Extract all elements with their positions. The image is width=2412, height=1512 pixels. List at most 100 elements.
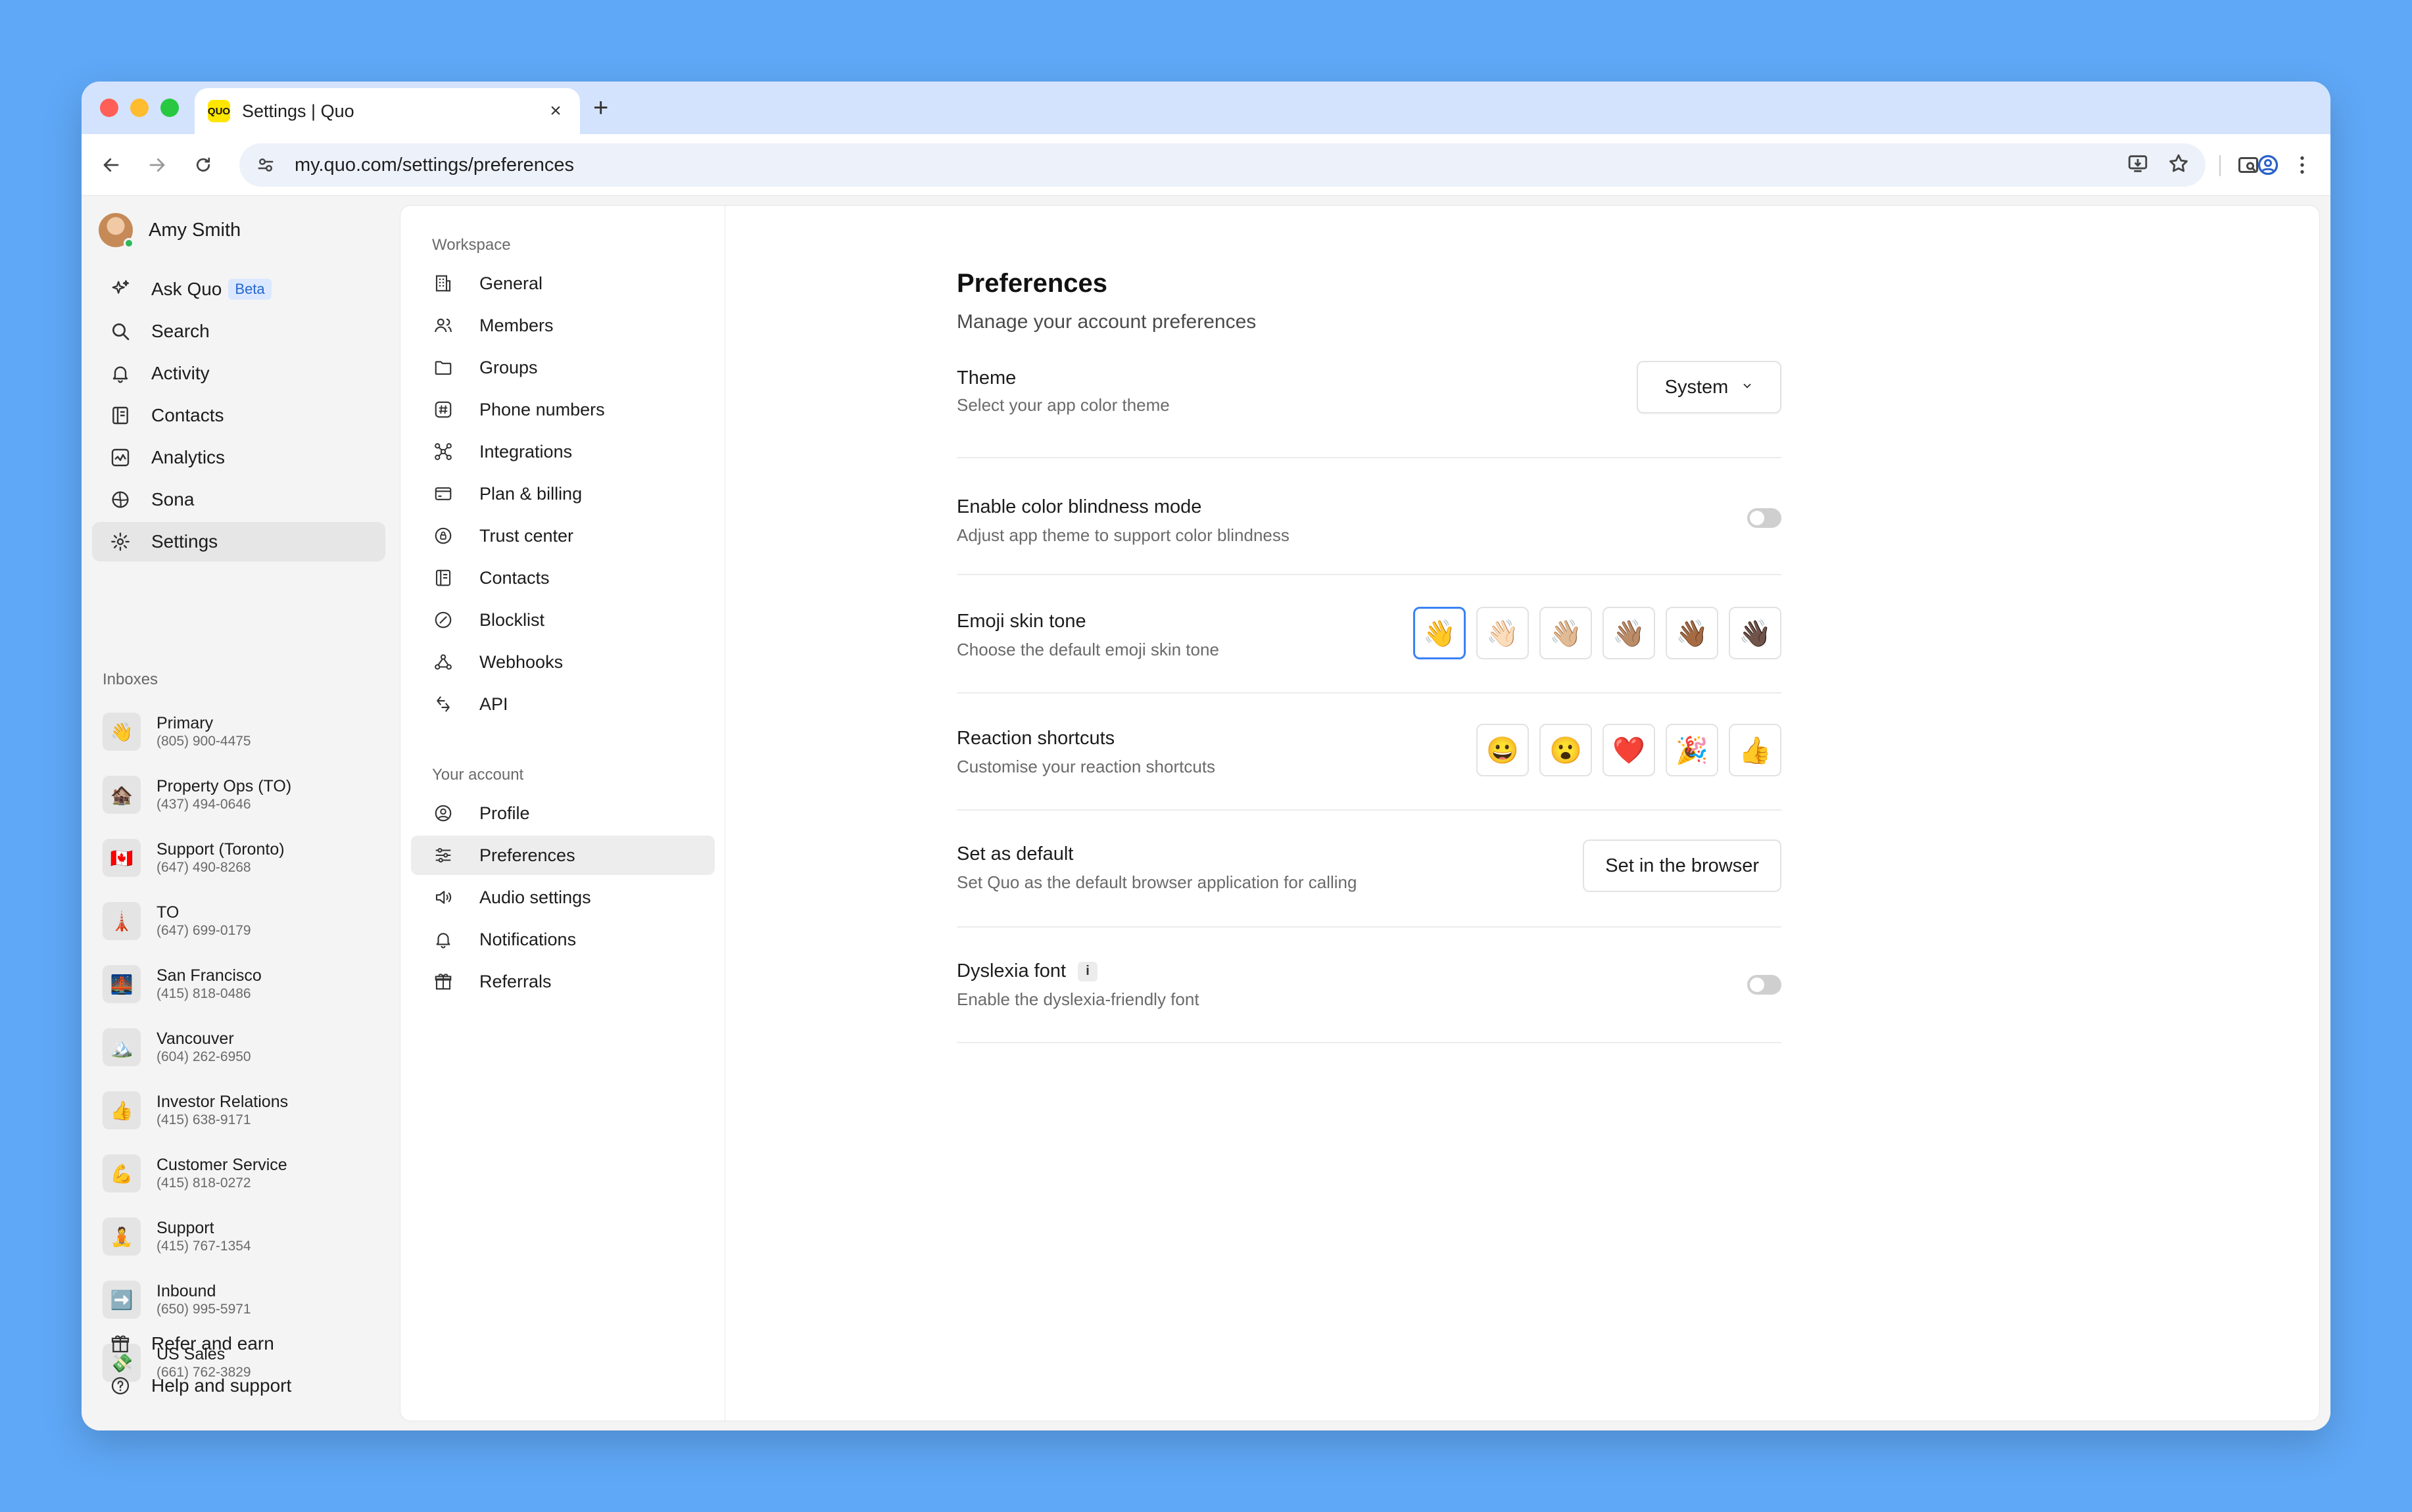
user-profile[interactable]: Amy Smith xyxy=(92,212,241,248)
your-account-heading: Your account xyxy=(432,766,524,784)
inbox-name: Primary xyxy=(157,714,214,732)
color-blindness-toggle[interactable] xyxy=(1747,508,1781,528)
settings-nav-label: API xyxy=(479,694,508,714)
reaction-shortcut[interactable]: 🎉 xyxy=(1666,724,1718,776)
dyslexia-font-title-wrap: Dyslexia font i xyxy=(957,960,1098,982)
close-window-button[interactable] xyxy=(100,99,118,117)
settings-nav-contacts[interactable]: Contacts xyxy=(411,558,715,598)
dyslexia-font-description: Enable the dyslexia-friendly font xyxy=(957,989,1199,1009)
settings-nav-referrals[interactable]: Referrals xyxy=(411,962,715,1001)
settings-nav-audio-settings[interactable]: Audio settings xyxy=(411,878,715,917)
nav-activity[interactable]: Activity xyxy=(92,354,385,393)
set-in-browser-button[interactable]: Set in the browser xyxy=(1583,839,1781,892)
skin-tone-option[interactable]: 👋🏿 xyxy=(1729,607,1781,659)
inbox-item[interactable]: 🗼 TO (647) 699-0179 xyxy=(103,898,385,944)
browser-tab[interactable]: QUO Settings | Quo × xyxy=(195,88,580,134)
settings-nav-api[interactable]: API xyxy=(411,684,715,724)
dyslexia-font-toggle[interactable] xyxy=(1747,975,1781,995)
nav-analytics[interactable]: Analytics xyxy=(92,438,385,477)
reaction-shortcut[interactable]: 👍 xyxy=(1729,724,1781,776)
skin-tone-option[interactable]: 👋🏾 xyxy=(1666,607,1718,659)
settings-nav-preferences[interactable]: Preferences xyxy=(411,836,715,875)
inbox-item[interactable]: 👋 Primary (805) 900-4475 xyxy=(103,709,385,755)
inbox-item[interactable]: 🧘 Support (415) 767-1354 xyxy=(103,1214,385,1260)
nav-ask-quo[interactable]: Ask Quo Beta xyxy=(92,270,385,309)
settings-nav-general[interactable]: General xyxy=(411,264,715,303)
nav-sona[interactable]: Sona xyxy=(92,480,385,519)
page-subtitle: Manage your account preferences xyxy=(957,311,1257,333)
reaction-shortcut[interactable]: 😀 xyxy=(1476,724,1529,776)
speaker-icon xyxy=(432,886,454,909)
inbox-item[interactable]: 🇨🇦 Support (Toronto) (647) 490-8268 xyxy=(103,835,385,881)
settings-nav-blocklist[interactable]: Blocklist xyxy=(411,600,715,640)
skin-tone-option[interactable]: 👋 xyxy=(1413,607,1466,659)
inbox-emoji: 🇨🇦 xyxy=(103,839,141,877)
minimize-window-button[interactable] xyxy=(130,99,149,117)
settings-panel: Workspace General Members Groups Phone n… xyxy=(400,205,2320,1421)
nav-label: Settings xyxy=(151,531,218,552)
inbox-item[interactable]: 🌉 San Francisco (415) 818-0486 xyxy=(103,961,385,1007)
nav-label: Refer and earn xyxy=(151,1333,274,1354)
color-blindness-row: Enable color blindness mode Adjust app t… xyxy=(957,460,1781,575)
theme-description: Select your app color theme xyxy=(957,395,1170,415)
gift-icon xyxy=(432,970,454,993)
settings-nav-groups[interactable]: Groups xyxy=(411,348,715,387)
emoji-skin-tone-description: Choose the default emoji skin tone xyxy=(957,640,1219,659)
settings-nav-webhooks[interactable]: Webhooks xyxy=(411,642,715,682)
settings-nav-phone-numbers[interactable]: Phone numbers xyxy=(411,390,715,429)
settings-nav-integrations[interactable]: Integrations xyxy=(411,432,715,471)
theme-row: Theme Select your app color theme System xyxy=(957,354,1781,458)
emoji-skin-tone-row: Emoji skin tone Choose the default emoji… xyxy=(957,577,1781,694)
skin-tone-option[interactable]: 👋🏼 xyxy=(1539,607,1592,659)
new-tab-icon[interactable]: + xyxy=(593,95,608,121)
tab-strip: QUO Settings | Quo × + xyxy=(82,82,2330,134)
settings-nav-profile[interactable]: Profile xyxy=(411,793,715,833)
more-menu-icon[interactable] xyxy=(2286,149,2319,181)
inbox-item[interactable]: 🏔️ Vancouver (604) 262-6950 xyxy=(103,1024,385,1070)
profile-icon[interactable] xyxy=(2252,149,2284,181)
address-bar[interactable]: my.quo.com/settings/preferences xyxy=(239,143,2206,187)
forward-icon[interactable] xyxy=(141,149,174,181)
theme-select[interactable]: System xyxy=(1637,361,1781,413)
color-blindness-title: Enable color blindness mode xyxy=(957,496,1202,517)
settings-nav-plan-billing[interactable]: Plan & billing xyxy=(411,474,715,513)
settings-nav-label: Profile xyxy=(479,803,530,823)
inbox-emoji: 💪 xyxy=(103,1154,141,1193)
site-settings-icon[interactable] xyxy=(253,152,279,178)
settings-nav-label: Notifications xyxy=(479,929,577,949)
back-icon[interactable] xyxy=(95,149,128,181)
nav-help-and-support[interactable]: Help and support xyxy=(92,1366,385,1406)
contacts-icon xyxy=(108,403,133,428)
nav-search[interactable]: Search xyxy=(92,312,385,351)
inbox-item[interactable]: 👍 Investor Relations (415) 638-9171 xyxy=(103,1087,385,1133)
nav-settings[interactable]: Settings xyxy=(92,522,385,561)
nav-contacts[interactable]: Contacts xyxy=(92,396,385,435)
reaction-shortcut[interactable]: 😮 xyxy=(1539,724,1592,776)
settings-nav-notifications[interactable]: Notifications xyxy=(411,920,715,959)
bookmark-star-icon[interactable] xyxy=(2167,153,2190,178)
user-name: Amy Smith xyxy=(149,219,241,241)
nav-refer-and-earn[interactable]: Refer and earn xyxy=(92,1324,385,1363)
inboxes-heading: Inboxes xyxy=(103,671,158,688)
inbox-item[interactable]: 🏚️ Property Ops (TO) (437) 494-0646 xyxy=(103,772,385,818)
reload-icon[interactable] xyxy=(187,149,220,181)
install-app-icon[interactable] xyxy=(2127,153,2149,178)
nav-label: Help and support xyxy=(151,1375,292,1396)
tab-close-icon[interactable]: × xyxy=(544,100,567,122)
inbox-phone: (415) 638-9171 xyxy=(157,1112,251,1127)
bell-icon xyxy=(108,361,133,386)
settings-nav-trust-center[interactable]: Trust center xyxy=(411,516,715,555)
reaction-shortcut[interactable]: ❤️ xyxy=(1603,724,1655,776)
info-icon[interactable]: i xyxy=(1078,961,1098,981)
inbox-name: Investor Relations xyxy=(157,1093,289,1111)
maximize-window-button[interactable] xyxy=(160,99,179,117)
settings-nav-members[interactable]: Members xyxy=(411,306,715,345)
settings-nav-label: Members xyxy=(479,315,554,335)
skin-tone-option[interactable]: 👋🏽 xyxy=(1603,607,1655,659)
inbox-phone: (415) 818-0486 xyxy=(157,986,251,1001)
inbox-emoji: 🧘 xyxy=(103,1217,141,1256)
skin-tone-option[interactable]: 👋🏻 xyxy=(1476,607,1529,659)
nav-label: Search xyxy=(151,321,210,341)
settings-nav-label: Blocklist xyxy=(479,609,545,630)
inbox-item[interactable]: 💪 Customer Service (415) 818-0272 xyxy=(103,1150,385,1196)
